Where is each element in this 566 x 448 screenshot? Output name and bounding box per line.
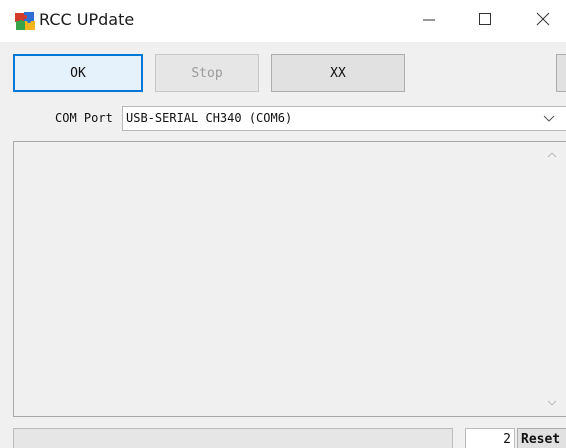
title-bar: RCC UPdate [0, 0, 566, 42]
maximize-icon [478, 12, 492, 31]
chevron-down-icon[interactable] [543, 394, 561, 412]
chevron-down-icon[interactable] [541, 107, 557, 130]
com-port-value: USB-SERIAL CH340 (COM6) [126, 111, 293, 125]
reset-button[interactable]: Reset [517, 428, 566, 448]
minimize-button[interactable] [406, 0, 452, 42]
xx-button[interactable]: XX [271, 54, 405, 92]
chevron-up-icon[interactable] [543, 146, 561, 164]
rcc-update-window: RCC UPdate OK Stop XX COM Port USB-SERIA [0, 0, 566, 448]
close-icon [536, 12, 550, 31]
com-port-label: COM Port [55, 111, 113, 125]
puzzle-icon [14, 11, 36, 31]
com-port-select[interactable]: USB-SERIAL CH340 (COM6) [122, 106, 566, 131]
extra-button[interactable] [556, 54, 566, 92]
count-field: 2 [465, 428, 515, 448]
window-title: RCC UPdate [39, 10, 135, 29]
maximize-button[interactable] [462, 0, 508, 42]
close-button[interactable] [520, 0, 566, 42]
minimize-icon [422, 12, 436, 31]
log-textarea[interactable] [13, 141, 566, 417]
ok-button[interactable]: OK [13, 54, 143, 92]
vertical-scrollbar[interactable] [543, 142, 561, 416]
stop-button[interactable]: Stop [155, 54, 259, 92]
progress-bar [13, 428, 453, 448]
